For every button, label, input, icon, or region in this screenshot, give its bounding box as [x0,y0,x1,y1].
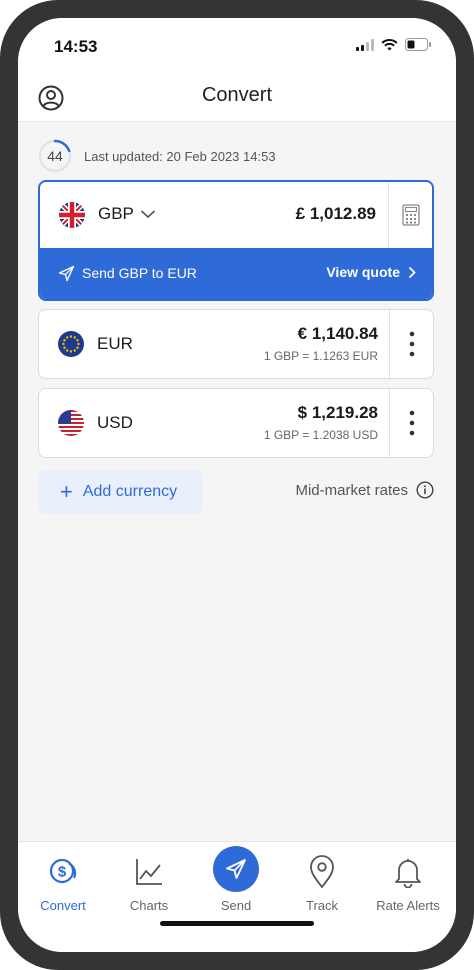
midmarket-label: Mid-market rates [295,481,408,499]
tab-track[interactable]: Track [282,852,362,913]
currency-row[interactable]: EUR € 1,140.84 1 GBP = 1.1263 EUR [39,310,390,378]
wifi-icon [381,38,398,56]
last-updated-row: 44 Last updated: 20 Feb 2023 14:53 [38,139,276,173]
home-indicator [160,921,314,926]
status-icons [356,38,432,56]
currency-amount[interactable]: $ 1,219.28 [298,403,378,423]
tab-label: Rate Alerts [376,898,440,913]
uk-flag-icon [59,202,85,228]
paper-plane-icon [58,265,75,287]
cellular-signal-icon [356,38,374,56]
status-bar: 14:53 [18,18,456,76]
info-icon [416,481,434,499]
view-quote-label: View quote [326,264,400,280]
base-currency-code: GBP [98,204,134,223]
base-currency-card: GBP £ 1,012.89 Send GBP to EUR View quot… [38,180,434,301]
currency-row[interactable]: USD $ 1,219.28 1 GBP = 1.2038 USD [39,389,390,457]
plus-icon: + [60,479,73,504]
refresh-countdown: 44 [38,139,72,173]
base-amount-input[interactable]: £ 1,012.89 [296,204,376,224]
tab-rate-alerts[interactable]: Rate Alerts [368,852,448,913]
tab-label: Convert [40,898,86,913]
exchange-rate: 1 GBP = 1.1263 EUR [263,349,378,363]
more-vertical-icon [409,331,414,357]
calculator-icon [401,204,420,226]
page-title: Convert [201,84,273,106]
more-vertical-icon [409,410,414,436]
phone-frame: 14:53 Convert 44 Last updated: 20 Feb 20… [0,0,474,970]
currency-code: USD [97,413,133,432]
chart-icon [109,852,189,892]
convert-icon: $ [23,852,103,892]
app-screen: 14:53 Convert 44 Last updated: 20 Feb 20… [18,18,456,952]
send-fab-container [196,846,276,892]
view-quote-link[interactable]: View quote [326,264,416,280]
send-icon [213,846,259,892]
bell-icon [368,852,448,892]
midmarket-rates-info[interactable]: Mid-market rates [295,481,434,499]
battery-icon [405,38,432,56]
chevron-down-icon[interactable] [140,206,156,224]
svg-text:$: $ [58,864,67,881]
send-quote-bar[interactable]: Send GBP to EUR View quote [40,248,432,299]
exchange-rate: 1 GBP = 1.2038 USD [263,428,378,442]
currency-card[interactable]: EUR € 1,140.84 1 GBP = 1.1263 EUR [38,309,434,379]
add-currency-label: Add currency [82,483,178,500]
tab-charts[interactable]: Charts [109,852,189,913]
tab-label: Charts [129,898,169,913]
currency-amount[interactable]: € 1,140.84 [298,324,378,344]
last-updated-text: Last updated: 20 Feb 2023 14:53 [84,148,276,164]
app-header: Convert [18,76,456,122]
us-flag-icon [58,410,84,436]
currency-options-button[interactable] [389,389,433,457]
calculator-button[interactable] [388,182,432,248]
chevron-right-icon [408,266,416,278]
countdown-seconds: 44 [47,148,63,164]
currency-card[interactable]: USD $ 1,219.28 1 GBP = 1.2038 USD [38,388,434,458]
tab-convert[interactable]: $ Convert [23,852,103,913]
bottom-tab-bar: $ Convert Charts Send Track Rate Alerts [18,841,456,952]
status-time: 14:53 [54,37,98,56]
tab-label: Send [220,898,252,913]
location-pin-icon [282,852,362,892]
tab-label: Track [305,898,339,913]
base-currency-row[interactable]: GBP £ 1,012.89 [40,182,432,248]
tab-send[interactable]: Send [196,846,276,913]
currency-code: EUR [97,334,133,353]
currency-options-button[interactable] [389,310,433,378]
send-label: Send GBP to EUR [82,265,197,281]
eu-flag-icon [58,331,84,357]
add-currency-button[interactable]: + Add currency [38,470,203,514]
